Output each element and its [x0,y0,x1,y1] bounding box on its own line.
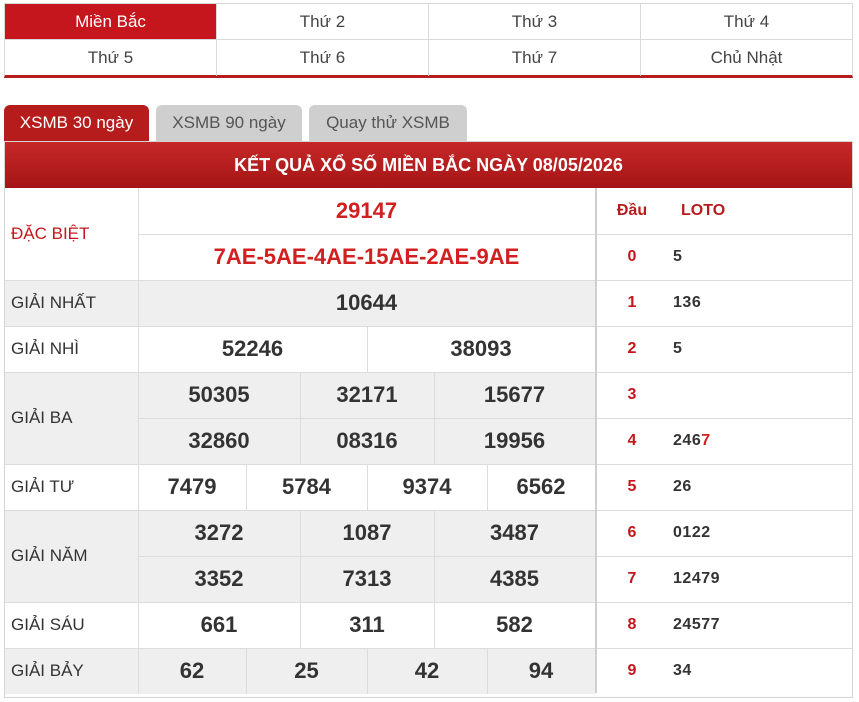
prize-second-number: 38093 [450,336,512,361]
prize-third-number: 15677 [483,382,546,407]
loto-value: 4 [682,432,692,449]
prize-seventh-number: 42 [414,658,440,683]
loto-value: 5 [673,248,683,265]
prize-special-number: 29147 [335,198,398,223]
loto-values [673,372,848,418]
loto-value: 5 [673,340,683,357]
day-tab-thu-3[interactable]: Thứ 3 [429,4,641,40]
loto-dau: 8 [627,616,637,633]
loto-value: 2 [701,524,711,541]
loto-value: 2 [682,570,692,587]
prize-label-fifth: GIẢI NĂM [11,546,88,565]
prize-fifth-number: 3352 [194,566,244,591]
tab-quay-thu-xsmb[interactable]: Quay thử XSMB [309,105,467,141]
loto-dau: 5 [627,478,637,495]
loto-dau: 0 [627,248,637,265]
loto-value: 6 [682,478,692,495]
loto-value: 0 [673,524,683,541]
loto-values: 2 6 [673,464,848,510]
prize-first-number: 10644 [335,290,398,315]
loto-header-loto: LOTO [681,202,726,219]
loto-dau: 9 [627,662,637,679]
loto-header-dau: Đầu [616,202,648,219]
prize-seventh-number: 94 [528,658,554,683]
day-tab-thu-2[interactable]: Thứ 2 [217,4,429,40]
loto-value: 6 [691,294,702,311]
prize-label-third: GIẢI BA [11,408,73,427]
day-tab-chu-nhat[interactable]: Chủ Nhật [641,40,852,76]
loto-value: 1 [673,570,683,587]
loto-value: 3 [682,294,692,311]
day-tab-mien-bac[interactable]: Miền Bắc [5,4,217,40]
loto-value: 7 [710,616,721,633]
prize-sixth-number: 582 [496,612,533,637]
loto-value: 7 [701,570,711,587]
day-tab-thu-5[interactable]: Thứ 5 [5,40,217,76]
loto-value: 5 [691,616,702,633]
loto-values: 1 2 4 7 9 [673,556,848,602]
prize-third-number: 50305 [188,382,250,407]
loto-value: 2 [673,478,683,495]
prize-fourth-number: 7479 [167,474,217,499]
loto-values: 2 4 6 7 [673,418,848,464]
prize-third-number: 08316 [336,428,398,453]
loto-value: 2 [673,616,683,633]
prize-fifth-number: 1087 [342,520,392,545]
loto-values: 1 3 6 [673,280,848,326]
tab-xsmb-30-ngay[interactable]: XSMB 30 ngày [4,105,149,141]
prize-sixth-number: 661 [200,612,238,637]
loto-dau: 1 [627,294,637,311]
loto-values: 2 4 5 7 7 [673,602,848,648]
prize-fifth-number: 4385 [490,566,539,591]
results-panel: KẾT QUẢ XỔ SỐ MIỀN BẮC NGÀY 08/05/2026 Đ… [4,141,853,698]
prize-fifth-number: 3272 [194,520,244,545]
loto-value: 7 [701,432,711,449]
prize-fifth-number: 7313 [342,566,392,591]
prize-special-codes: 7AE-5AE-4AE-15AE-2AE-9AE [213,244,520,269]
loto-value: 7 [701,616,711,633]
loto-dau: 6 [627,524,637,541]
loto-value: 2 [691,524,702,541]
loto-dau: 2 [627,340,637,357]
loto-values: 0 1 2 2 [673,510,848,556]
loto-value: 4 [691,570,702,587]
loto-dau: 4 [627,432,637,449]
loto-value: 6 [691,432,702,449]
results-title: KẾT QUẢ XỔ SỐ MIỀN BẮC NGÀY 08/05/2026 [5,142,852,188]
prize-label-second: GIẢI NHÌ [11,339,80,358]
prize-label-special: ĐẶC BIỆT [11,224,90,243]
loto-value: 2 [673,432,683,449]
prize-seventh-number: 62 [179,658,205,683]
prize-seventh-number: 25 [294,658,319,683]
prize-fifth-number: 3487 [490,520,539,545]
prize-sixth-number: 311 [349,612,385,637]
day-tab-thu-6[interactable]: Thứ 6 [217,40,429,76]
loto-dau: 7 [627,570,637,587]
loto-value: 4 [682,616,692,633]
loto-values: 5 [673,234,848,280]
prize-third-number: 32171 [336,382,398,407]
prize-label-seventh: GIẢI BẢY [11,661,84,680]
prize-fourth-number: 9374 [402,474,452,499]
loto-dau: 3 [627,386,637,403]
loto-value: 3 [673,662,683,679]
loto-values: 3 4 [673,648,848,694]
loto-value: 1 [673,294,683,311]
tab-xsmb-90-ngay[interactable]: XSMB 90 ngày [156,105,302,141]
loto-value: 1 [682,524,692,541]
day-navigation: Miền Bắc Thứ 2 Thứ 3 Thứ 4 Thứ 5 Thứ 6 T… [4,3,853,78]
loto-value: 9 [710,570,721,587]
day-tab-thu-4[interactable]: Thứ 4 [641,4,852,40]
prize-label-sixth: GIẢI SÁU [11,615,85,634]
prize-label-first: GIẢI NHẤT [11,293,97,312]
prize-second-number: 52246 [221,336,284,361]
prize-fourth-number: 5784 [282,474,331,499]
loto-value: 4 [682,662,692,679]
loto-values: 5 [673,326,848,372]
prize-third-number: 19956 [483,428,546,453]
prize-third-number: 32860 [188,428,250,453]
prize-label-fourth: GIẢI TƯ [11,477,75,496]
prize-fourth-number: 6562 [516,474,566,499]
day-tab-thu-7[interactable]: Thứ 7 [429,40,641,76]
